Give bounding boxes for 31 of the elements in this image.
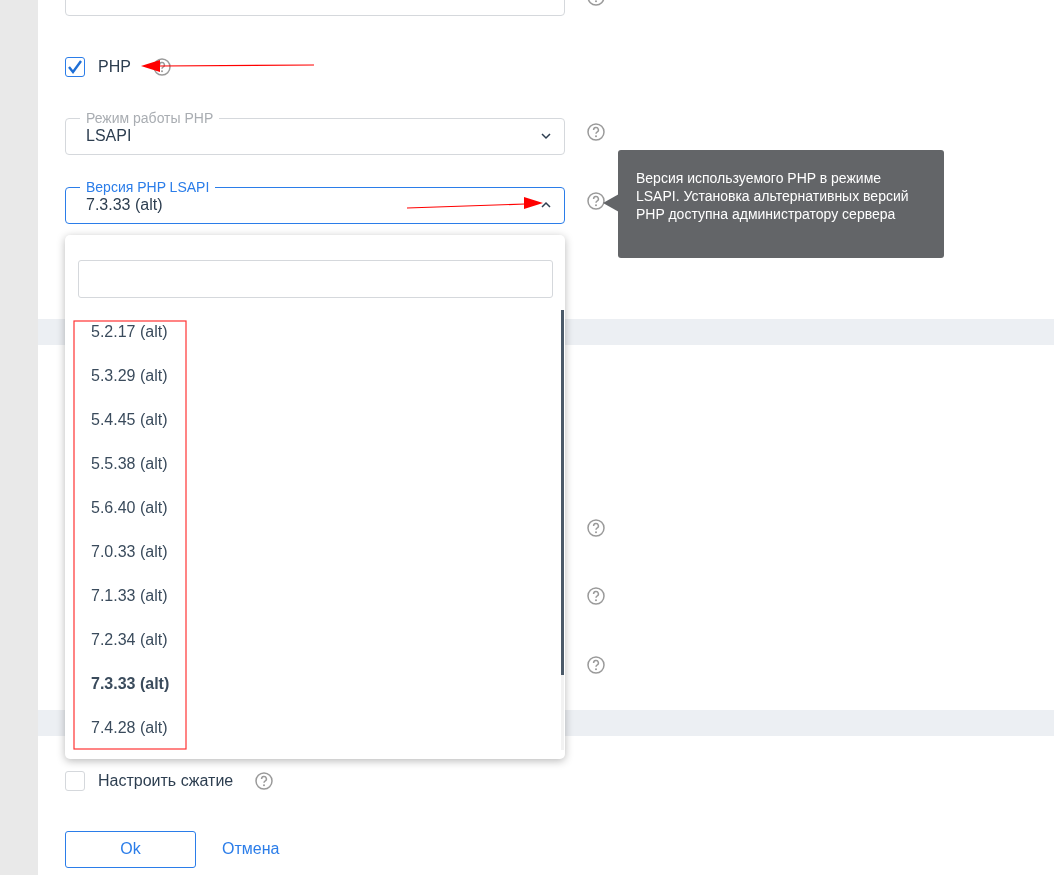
help-icon[interactable] [587, 191, 605, 210]
search-field[interactable] [78, 260, 553, 298]
help-icon[interactable] [587, 519, 605, 537]
help-icon[interactable] [255, 772, 274, 790]
dropdown-option[interactable]: 5.6.40 (alt) [91, 486, 170, 530]
help-icon[interactable] [587, 656, 605, 674]
checkmark-icon [67, 60, 83, 74]
select-value: LSAPI [86, 127, 132, 145]
dropdown-option[interactable]: 7.2.34 (alt) [91, 618, 170, 662]
dropdown-option[interactable]: 7.4.28 (alt) [91, 706, 170, 750]
checkbox-label: PHP [98, 58, 131, 76]
dropdown-option[interactable]: 5.3.29 (alt) [91, 354, 170, 398]
dropdown-option[interactable]: 7.0.33 (alt) [91, 530, 170, 574]
dropdown-option[interactable]: 5.5.38 (alt) [91, 442, 170, 486]
cancel-link[interactable]: Отмена [222, 840, 280, 858]
dropdown-option[interactable]: 7.1.33 (alt) [91, 574, 170, 618]
chevron-down-icon [540, 132, 552, 140]
checkbox[interactable] [65, 57, 85, 77]
dropdown-option[interactable]: 5.2.17 (alt) [91, 310, 170, 354]
chevron-up-icon [540, 201, 552, 209]
scrollbar[interactable] [561, 310, 564, 750]
select-value: 7.3.33 (alt) [86, 196, 163, 214]
dropdown-option[interactable]: 7.3.33 (alt) [91, 662, 170, 706]
help-icon[interactable] [587, 122, 605, 141]
tooltip: Версия используемого PHP в режиме LSAPI. Установка альтернативных версий PHP доступна администратору сервера [618, 150, 944, 258]
ok-button[interactable]: Ok [65, 830, 196, 868]
help-icon[interactable] [152, 58, 171, 76]
field-label: Режим работы PHP [80, 109, 220, 126]
help-icon[interactable] [587, 587, 605, 605]
dropdown-option[interactable]: 5.4.45 (alt) [91, 398, 170, 442]
checkbox-label: Настроить сжатие [98, 772, 234, 790]
